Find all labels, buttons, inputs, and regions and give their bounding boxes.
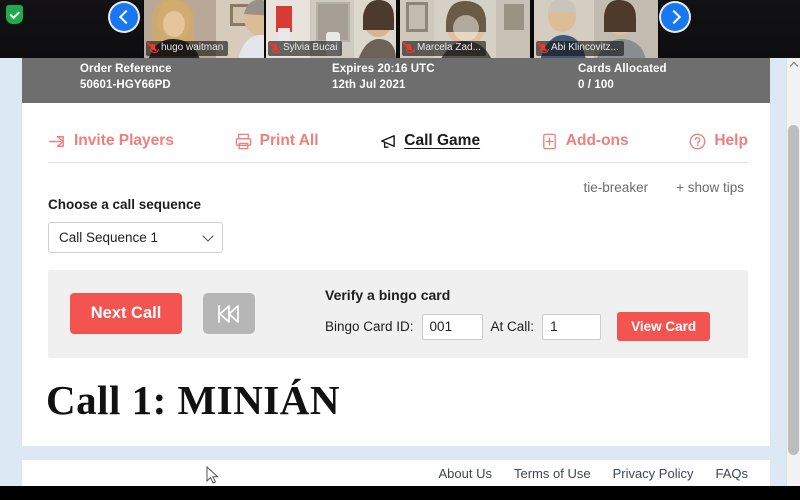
footer-link-faqs[interactable]: FAQs bbox=[715, 466, 748, 481]
nav-divider bbox=[48, 162, 748, 163]
mic-muted-icon bbox=[402, 41, 415, 54]
mic-muted-icon bbox=[268, 41, 281, 54]
expires-column: Expires 20:16 UTC 12th Jul 2021 bbox=[332, 61, 435, 94]
bingo-card-id-input[interactable] bbox=[421, 313, 483, 340]
expires-value: 12th Jul 2021 bbox=[332, 79, 406, 91]
call-sequence-value: Call Sequence 1 bbox=[59, 230, 159, 245]
order-reference-label: Order Reference bbox=[80, 63, 172, 75]
video-tile[interactable]: Abi Klincovitz... bbox=[532, 0, 660, 58]
page-background-left bbox=[0, 58, 22, 486]
footer: About Us Terms of Use Privacy Policy FAQ… bbox=[22, 460, 770, 486]
video-tile[interactable]: Sylvia Bucai bbox=[264, 0, 398, 58]
printer-icon bbox=[234, 132, 253, 151]
participant-name-badge: hugo waitman bbox=[146, 41, 229, 56]
show-tips-link[interactable]: + show tips bbox=[676, 180, 744, 195]
participant-name-badge: Abi Klincovitz... bbox=[536, 41, 624, 56]
chevron-right-icon bbox=[666, 9, 681, 25]
add-card-icon bbox=[540, 132, 559, 151]
call-sequence-select[interactable]: Call Sequence 1 bbox=[48, 222, 223, 253]
mic-muted-icon bbox=[536, 41, 549, 54]
nav-label: Invite Players bbox=[74, 132, 174, 149]
participant-name: Sylvia Bucai bbox=[283, 42, 338, 53]
expires-label: Expires 20:16 UTC bbox=[332, 63, 435, 75]
nav-item-help[interactable]: Help bbox=[688, 132, 748, 151]
order-reference-value: 50601-HGY66PD bbox=[80, 79, 171, 91]
scroll-up-button[interactable] bbox=[787, 58, 800, 71]
footer-link-about-us[interactable]: About Us bbox=[439, 466, 492, 481]
call-sequence-label: Choose a call sequence bbox=[48, 197, 202, 212]
at-call-label: At Call: bbox=[490, 319, 535, 334]
tie-breaker-link[interactable]: tie-breaker bbox=[584, 180, 649, 195]
invite-arrow-icon bbox=[48, 132, 67, 151]
bingo-card-id-label: Bingo Card ID: bbox=[325, 319, 414, 334]
mic-muted-icon bbox=[146, 41, 159, 54]
rewind-icon bbox=[218, 304, 239, 323]
megaphone-icon bbox=[378, 132, 397, 151]
footer-link-terms-of-use[interactable]: Terms of Use bbox=[514, 466, 591, 481]
current-call-display: Call 1: MINIÁN bbox=[46, 377, 340, 423]
browser-page: Order Reference 50601-HGY66PD Expires 20… bbox=[0, 58, 800, 486]
question-circle-icon bbox=[688, 132, 707, 151]
nav-item-add-ons[interactable]: Add-ons bbox=[540, 132, 629, 151]
nav-label: Add-ons bbox=[565, 132, 629, 149]
zoom-video-strip: hugo waitman Sylvia Bucai Marcela Zad...… bbox=[0, 0, 800, 60]
nav-item-invite-players[interactable]: Invite Players bbox=[48, 132, 174, 151]
bottom-bar bbox=[0, 486, 800, 500]
chevron-down-icon bbox=[202, 229, 214, 242]
chevron-left-icon bbox=[118, 9, 133, 25]
participant-name-badge: Sylvia Bucai bbox=[268, 41, 343, 56]
nav-item-print-all[interactable]: Print All bbox=[234, 132, 319, 151]
verify-card-title: Verify a bingo card bbox=[325, 287, 451, 303]
previous-participants-button[interactable] bbox=[110, 3, 138, 31]
cards-allocated-column: Cards Allocated 0 / 100 bbox=[578, 61, 667, 94]
chevron-up-icon bbox=[789, 61, 798, 70]
game-card-panel: Order Reference 50601-HGY66PD Expires 20… bbox=[22, 58, 770, 486]
order-reference-column: Order Reference 50601-HGY66PD bbox=[80, 61, 172, 94]
security-shield-icon bbox=[6, 5, 23, 24]
video-tile[interactable]: Marcela Zad... bbox=[398, 0, 532, 58]
nav-label: Call Game bbox=[404, 132, 481, 149]
view-card-button[interactable]: View Card bbox=[617, 312, 711, 341]
participant-name: hugo waitman bbox=[161, 42, 224, 53]
next-call-button[interactable]: Next Call bbox=[70, 293, 182, 334]
call-controls-panel: Next Call Verify a bingo card Bingo Card… bbox=[48, 270, 748, 358]
at-call-input[interactable] bbox=[542, 313, 602, 340]
nav-label: Print All bbox=[259, 132, 319, 149]
tips-row: tie-breaker + show tips bbox=[584, 180, 744, 195]
next-participants-button[interactable] bbox=[661, 3, 689, 31]
participant-name: Marcela Zad... bbox=[417, 42, 481, 53]
participant-name-badge: Marcela Zad... bbox=[402, 41, 486, 56]
page-scrollbar[interactable] bbox=[786, 58, 800, 486]
screen: hugo waitman Sylvia Bucai Marcela Zad...… bbox=[0, 0, 800, 500]
participant-name: Abi Klincovitz... bbox=[551, 42, 619, 53]
order-summary-bar: Order Reference 50601-HGY66PD Expires 20… bbox=[22, 58, 770, 103]
nav-label: Help bbox=[714, 132, 748, 149]
checkmark-icon bbox=[9, 8, 20, 19]
card-bottom-divider bbox=[22, 446, 770, 460]
scrollbar-thumb[interactable] bbox=[788, 125, 799, 455]
cards-allocated-label: Cards Allocated bbox=[578, 63, 667, 75]
nav-item-call-game[interactable]: Call Game bbox=[378, 132, 480, 151]
page-background-right bbox=[770, 58, 786, 486]
game-nav: Invite Players Print All Call Game Add-o… bbox=[48, 121, 748, 161]
footer-links: About Us Terms of Use Privacy Policy FAQ… bbox=[439, 466, 749, 481]
cards-allocated-value: 0 / 100 bbox=[578, 79, 614, 91]
footer-link-privacy-policy[interactable]: Privacy Policy bbox=[613, 466, 694, 481]
rewind-button[interactable] bbox=[203, 293, 255, 334]
verify-card-row: Bingo Card ID: At Call: View Card bbox=[325, 312, 711, 341]
